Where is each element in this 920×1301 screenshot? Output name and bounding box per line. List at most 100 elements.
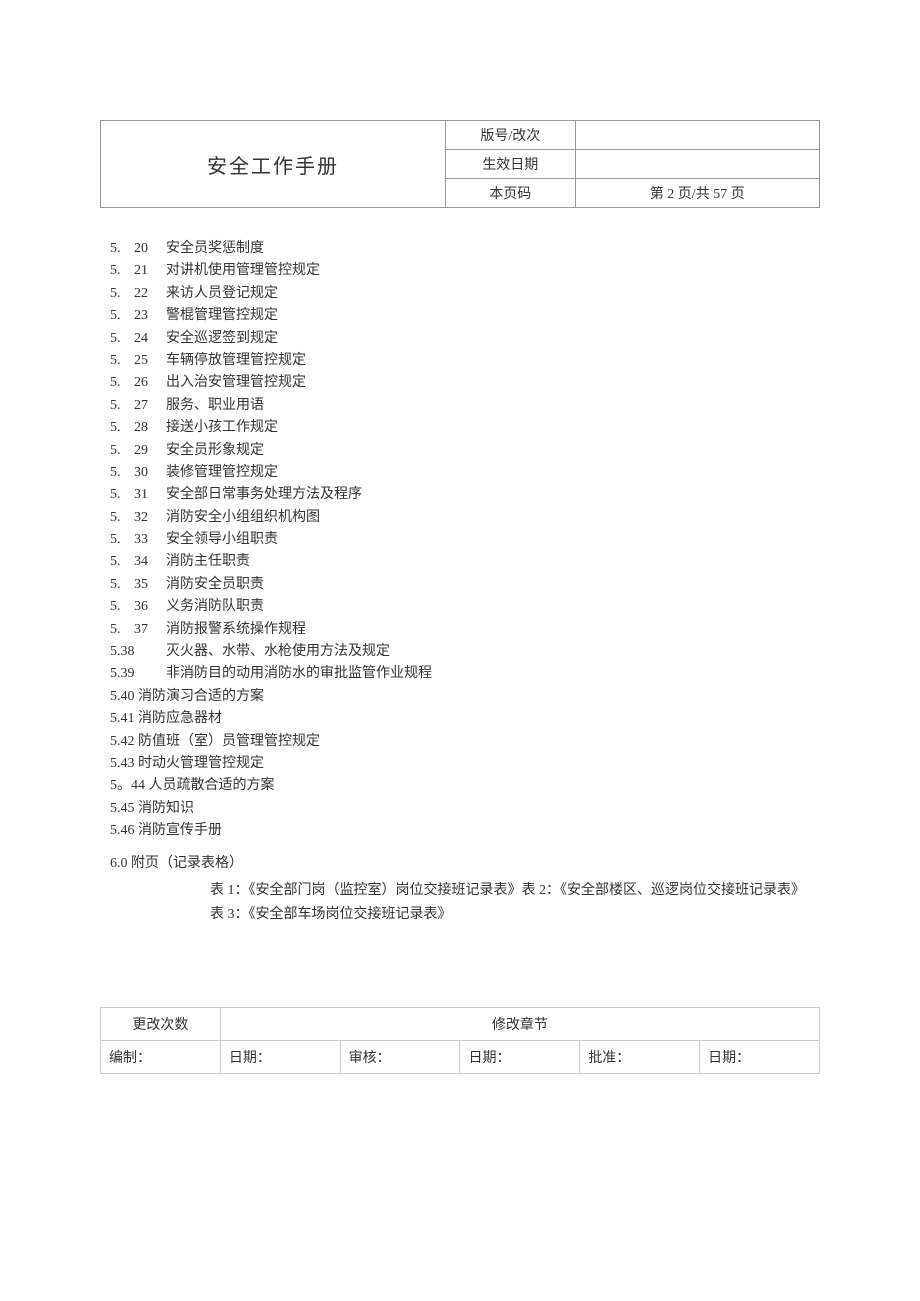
- toc-prefix: 5.: [110, 529, 134, 551]
- version-value: [575, 121, 819, 150]
- toc-item: 5.43 时动火管理管控规定: [110, 753, 820, 775]
- toc-item: 5.29安全员形象规定: [110, 440, 820, 462]
- reviewed-by-label: 审核：: [340, 1040, 460, 1073]
- toc-prefix: 5.: [110, 305, 134, 327]
- toc-prefix: 5.: [110, 283, 134, 305]
- toc-prefix: 5.: [110, 372, 134, 394]
- section-6-heading: 6.0 附页（记录表格）: [110, 853, 820, 875]
- toc-text: 消防报警系统操作规程: [166, 619, 820, 641]
- version-label: 版号/改次: [446, 121, 575, 150]
- effective-date-label: 生效日期: [446, 150, 575, 179]
- toc-item: 5.40 消防演习合适的方案: [110, 686, 820, 708]
- toc-prefix: 5.: [110, 260, 134, 282]
- approved-date-label: 日期：: [700, 1040, 820, 1073]
- prepared-date-label: 日期：: [220, 1040, 340, 1073]
- footer-table: 更改次数 修改章节 编制： 日期： 审核： 日期： 批准： 日期：: [100, 1007, 820, 1074]
- toc-prefix: 5.: [110, 462, 134, 484]
- toc-prefix: 5.: [110, 440, 134, 462]
- toc-list: 5.20安全员奖惩制度5.21对讲机使用管理管控规定5.22来访人员登记规定5.…: [100, 238, 820, 927]
- toc-num: 36: [134, 596, 166, 618]
- toc-item: 5.24安全巡逻签到规定: [110, 328, 820, 350]
- toc-item: 5.45 消防知识: [110, 798, 820, 820]
- toc-num: 29: [134, 440, 166, 462]
- toc-text: 非消防目的动用消防水的审批监管作业规程: [166, 663, 820, 685]
- toc-num: 23: [134, 305, 166, 327]
- toc-text: 车辆停放管理管控规定: [166, 350, 820, 372]
- toc-prefix: 5.: [110, 328, 134, 350]
- toc-item: 5.28接送小孩工作规定: [110, 417, 820, 439]
- change-count-label: 更改次数: [101, 1007, 221, 1040]
- modified-section-label: 修改章节: [220, 1007, 819, 1040]
- toc-text: 安全员奖惩制度: [166, 238, 820, 260]
- toc-text: 警棍管理管控规定: [166, 305, 820, 327]
- toc-text: 灭火器、水带、水枪使用方法及规定: [166, 641, 820, 663]
- toc-prefix: 5.: [110, 551, 134, 573]
- toc-item: 5.27服务、职业用语: [110, 395, 820, 417]
- reviewed-date-label: 日期：: [460, 1040, 580, 1073]
- toc-text: 装修管理管控规定: [166, 462, 820, 484]
- toc-prefix: 5.: [110, 574, 134, 596]
- toc-num: 32: [134, 507, 166, 529]
- toc-item: 5.22来访人员登记规定: [110, 283, 820, 305]
- toc-prefix: 5.: [110, 507, 134, 529]
- toc-item: 5.37消防报警系统操作规程: [110, 619, 820, 641]
- toc-prefix: 5.39: [110, 663, 166, 685]
- toc-text: 服务、职业用语: [166, 395, 820, 417]
- toc-prefix: 5.: [110, 395, 134, 417]
- prepared-by-label: 编制：: [101, 1040, 221, 1073]
- header-table: 安全工作手册 版号/改次 生效日期 本页码 第 2 页/共 57 页: [100, 120, 820, 208]
- toc-item: 5.36义务消防队职责: [110, 596, 820, 618]
- toc-item: 5.41 消防应急器材: [110, 708, 820, 730]
- toc-num: 34: [134, 551, 166, 573]
- toc-item: 5.23警棍管理管控规定: [110, 305, 820, 327]
- toc-num: 31: [134, 484, 166, 506]
- table-ref-3: 表 3：《安全部车场岗位交接班记录表》: [210, 903, 820, 927]
- toc-num: 27: [134, 395, 166, 417]
- toc-item: 5。44 人员疏散合适的方案: [110, 775, 820, 797]
- toc-text: 接送小孩工作规定: [166, 417, 820, 439]
- toc-text: 出入治安管理管控规定: [166, 372, 820, 394]
- toc-num: 22: [134, 283, 166, 305]
- toc-text: 安全领导小组职责: [166, 529, 820, 551]
- toc-num: 25: [134, 350, 166, 372]
- toc-prefix: 5.: [110, 619, 134, 641]
- toc-text: 消防安全员职责: [166, 574, 820, 596]
- toc-num: 24: [134, 328, 166, 350]
- toc-text: 消防主任职责: [166, 551, 820, 573]
- toc-prefix: 5.: [110, 484, 134, 506]
- page-label: 本页码: [446, 179, 575, 208]
- toc-prefix: 5.: [110, 417, 134, 439]
- effective-date-value: [575, 150, 819, 179]
- toc-num: 35: [134, 574, 166, 596]
- toc-item: 5.35消防安全员职责: [110, 574, 820, 596]
- toc-item: 5.25车辆停放管理管控规定: [110, 350, 820, 372]
- toc-item: 5.42 防值班（室）员管理管控规定: [110, 731, 820, 753]
- toc-item: 5.34消防主任职责: [110, 551, 820, 573]
- toc-prefix: 5.38: [110, 641, 166, 663]
- toc-text: 安全员形象规定: [166, 440, 820, 462]
- toc-item: 5.33安全领导小组职责: [110, 529, 820, 551]
- toc-item: 5.38灭火器、水带、水枪使用方法及规定: [110, 641, 820, 663]
- toc-text: 安全部日常事务处理方法及程序: [166, 484, 820, 506]
- toc-item: 5.46 消防宣传手册: [110, 820, 820, 842]
- toc-num: 30: [134, 462, 166, 484]
- toc-item: 5.39非消防目的动用消防水的审批监管作业规程: [110, 663, 820, 685]
- toc-num: 26: [134, 372, 166, 394]
- toc-prefix: 5.: [110, 238, 134, 260]
- approved-by-label: 批准：: [580, 1040, 700, 1073]
- toc-item: 5.30装修管理管控规定: [110, 462, 820, 484]
- toc-text: 安全巡逻签到规定: [166, 328, 820, 350]
- toc-item: 5.20安全员奖惩制度: [110, 238, 820, 260]
- page-value: 第 2 页/共 57 页: [575, 179, 819, 208]
- toc-num: 37: [134, 619, 166, 641]
- doc-title: 安全工作手册: [101, 121, 446, 208]
- toc-num: 20: [134, 238, 166, 260]
- toc-item: 5.26出入治安管理管控规定: [110, 372, 820, 394]
- toc-text: 消防安全小组组织机构图: [166, 507, 820, 529]
- toc-prefix: 5.: [110, 350, 134, 372]
- toc-prefix: 5.: [110, 596, 134, 618]
- table-ref-1-2: 表 1：《安全部门岗（监控室）岗位交接班记录表》表 2：《安全部楼区、巡逻岗位交…: [210, 879, 820, 903]
- toc-item: 5.21对讲机使用管理管控规定: [110, 260, 820, 282]
- appendix-tables: 表 1：《安全部门岗（监控室）岗位交接班记录表》表 2：《安全部楼区、巡逻岗位交…: [110, 879, 820, 927]
- toc-item: 5.32消防安全小组组织机构图: [110, 507, 820, 529]
